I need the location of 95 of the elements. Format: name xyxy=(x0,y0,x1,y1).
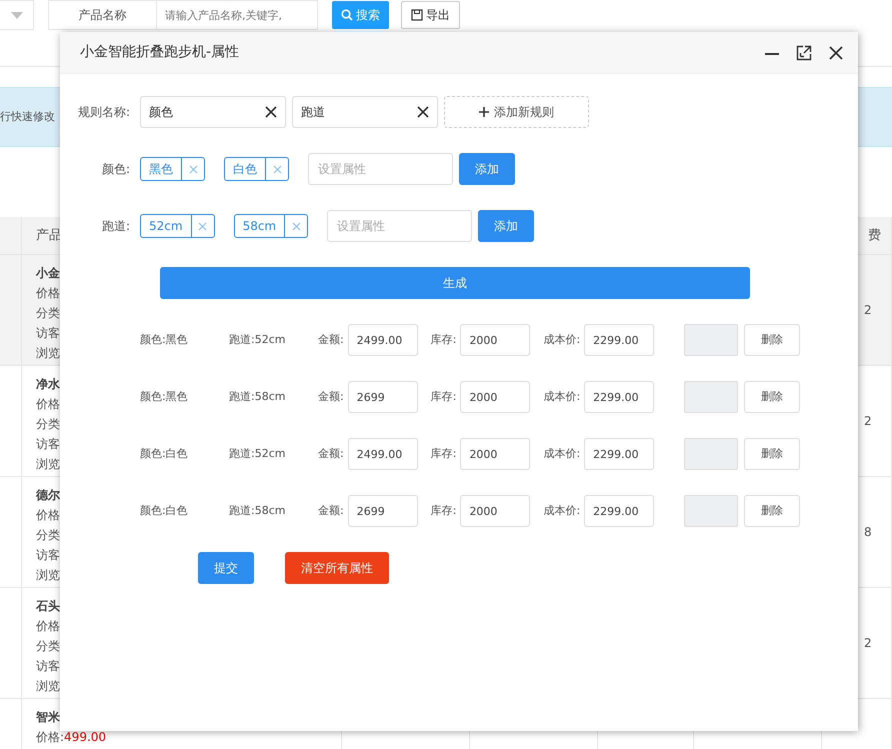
attribute-tag: 黑色 xyxy=(140,157,205,181)
plus-icon xyxy=(479,107,489,117)
info-label: 访客 xyxy=(36,659,60,673)
save-icon xyxy=(411,9,423,21)
rule-name-field[interactable]: 颜色 xyxy=(140,96,286,128)
field-label: 颜色: xyxy=(100,161,130,178)
field-label: 成本价: xyxy=(543,502,580,519)
spec-label: 颜色:白色 xyxy=(140,502,189,519)
field-label: 库存: xyxy=(430,332,456,348)
delete-button[interactable]: 删除 xyxy=(744,438,800,470)
attribute-tag: 58cm xyxy=(234,214,308,238)
photo-placeholder[interactable] xyxy=(684,495,738,527)
maximize-icon[interactable] xyxy=(796,44,812,60)
info-label: 价格 xyxy=(36,286,60,300)
info-label: 访客 xyxy=(36,548,60,562)
close-icon[interactable] xyxy=(828,44,844,60)
dialog-title: 小金智能折叠跑步机-属性 xyxy=(80,43,240,62)
product-name: 智米 xyxy=(36,709,61,726)
dropdown-select[interactable] xyxy=(0,0,34,30)
search-field[interactable]: 请输入产品名称,关键字, xyxy=(157,0,318,30)
caret-icon xyxy=(10,12,22,18)
clear-button[interactable]: 清空所有属性 xyxy=(285,552,389,584)
info-label: 访客 xyxy=(36,326,60,340)
field-label: 产品名称 xyxy=(48,0,157,30)
export-button[interactable]: 导出 xyxy=(401,1,460,29)
spec-label: 跑道:58cm xyxy=(229,388,286,405)
cost-field[interactable]: 2299.00 xyxy=(584,495,654,527)
field-label: 金额: xyxy=(318,332,344,348)
info-label: 分类 xyxy=(36,417,60,431)
field-label: 成本价: xyxy=(543,388,580,405)
amount-field[interactable]: 2699 xyxy=(348,495,418,527)
field-label: 规则名称: xyxy=(76,104,130,121)
close-icon[interactable] xyxy=(417,106,429,118)
stock-field[interactable]: 2000 xyxy=(460,381,530,413)
photo-placeholder[interactable] xyxy=(684,324,738,356)
stock-field[interactable]: 2000 xyxy=(460,438,530,470)
column-header: 费 xyxy=(868,228,881,243)
info-label: 访客 xyxy=(36,437,60,451)
product-name: 净水 xyxy=(36,376,61,393)
delete-button[interactable]: 删除 xyxy=(744,381,800,413)
cost-field[interactable]: 2299.00 xyxy=(584,381,654,413)
table-cell: 2 xyxy=(864,636,872,650)
spec-label: 跑道:58cm xyxy=(229,502,286,519)
field-label: 库存: xyxy=(430,502,456,519)
table-cell: 2 xyxy=(864,303,872,317)
search-icon xyxy=(341,9,353,21)
stock-field[interactable]: 2000 xyxy=(460,324,530,356)
close-icon[interactable] xyxy=(265,106,277,118)
field-label: 成本价: xyxy=(543,446,580,462)
photo-placeholder[interactable] xyxy=(684,381,738,413)
field-label: 金额: xyxy=(318,446,344,462)
price-label: 价格: xyxy=(36,730,64,744)
attribute-input[interactable]: 设置属性 xyxy=(327,210,472,242)
info-label: 价格 xyxy=(36,619,60,633)
info-label: 价格 xyxy=(36,508,60,522)
field-label: 金额: xyxy=(318,502,344,519)
delete-button[interactable]: 删除 xyxy=(744,324,800,356)
spec-label: 颜色:黑色 xyxy=(140,332,189,348)
table-cell: 2 xyxy=(864,414,872,428)
spec-label: 颜色:黑色 xyxy=(140,388,189,405)
spec-label: 颜色:白色 xyxy=(140,446,189,462)
field-label: 金额: xyxy=(318,388,344,405)
rule-name-field[interactable]: 跑道 xyxy=(292,96,438,128)
spec-label: 跑道:52cm xyxy=(229,332,286,348)
field-label: 库存: xyxy=(430,388,456,405)
field-label: 成本价: xyxy=(543,332,580,348)
table-cell: 8 xyxy=(864,525,872,539)
product-name: 小金 xyxy=(36,265,61,282)
cost-field[interactable]: 2299.00 xyxy=(584,324,654,356)
info-label: 分类 xyxy=(36,528,60,542)
stock-field[interactable]: 2000 xyxy=(460,495,530,527)
info-label: 浏览 xyxy=(36,346,60,360)
price-value: 499.00 xyxy=(64,730,106,744)
amount-field[interactable]: 2499.00 xyxy=(348,324,418,356)
photo-placeholder[interactable] xyxy=(684,438,738,470)
product-name: 石头 xyxy=(36,598,61,615)
info-label: 浏览 xyxy=(36,679,60,693)
attribute-tag: 白色 xyxy=(224,157,289,181)
info-label: 价格 xyxy=(36,397,60,411)
attribute-tag: 52cm xyxy=(140,214,215,238)
info-label: 浏览 xyxy=(36,568,60,582)
attribute-input[interactable]: 设置属性 xyxy=(308,153,453,185)
notice-text: 行快速修改 xyxy=(0,109,55,125)
add-rule-button[interactable]: 添加新规则 xyxy=(444,96,589,128)
info-label: 分类 xyxy=(36,306,60,320)
info-label: 分类 xyxy=(36,639,60,653)
field-label: 跑道: xyxy=(100,218,130,235)
spec-label: 跑道:52cm xyxy=(229,446,286,462)
product-name: 德尔 xyxy=(36,487,61,504)
amount-field[interactable]: 2499.00 xyxy=(348,438,418,470)
cost-field[interactable]: 2299.00 xyxy=(584,438,654,470)
field-label: 库存: xyxy=(430,446,456,462)
info-label: 浏览 xyxy=(36,457,60,471)
amount-field[interactable]: 2699 xyxy=(348,381,418,413)
delete-button[interactable]: 删除 xyxy=(744,495,800,527)
